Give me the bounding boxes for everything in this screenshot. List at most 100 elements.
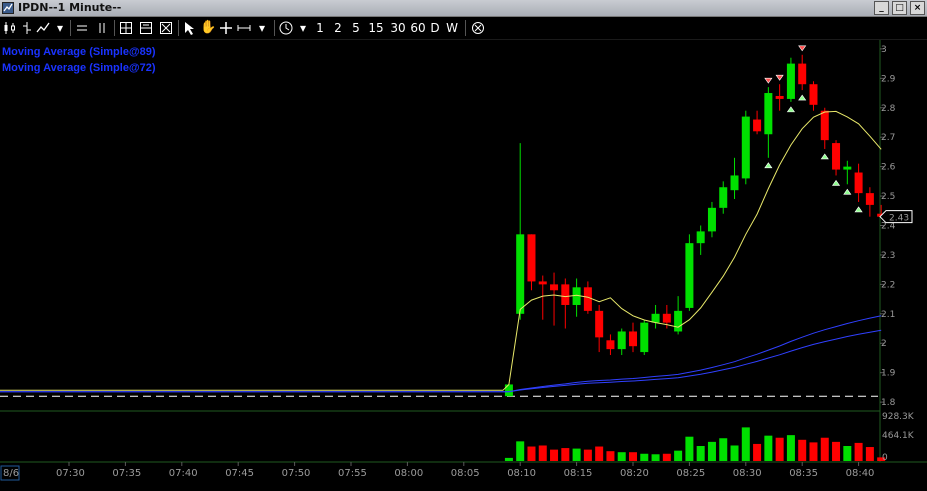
time-axis: 8/6 07:30 07:35 07:40 07:45 07:50 07:55 08:00 08…: [0, 462, 875, 481]
time-tick-label: 08:15: [564, 468, 593, 479]
candle-body: [854, 172, 863, 194]
period-15-button[interactable]: 15: [366, 20, 386, 36]
volume-tick-label: 0: [882, 453, 888, 463]
candle-body: [651, 313, 660, 323]
chart-style-icon[interactable]: [2, 20, 18, 36]
price-axis: 32.92.82.72.62.52.42.32.22.121.91.8: [880, 45, 896, 408]
volume-tick-label: 464.1K: [882, 431, 915, 441]
zoom-box-icon[interactable]: [158, 20, 174, 36]
period-60-button[interactable]: 60: [408, 20, 428, 36]
candle-body: [583, 287, 592, 311]
volume-bar: [527, 446, 536, 461]
period-2-button[interactable]: 2: [332, 20, 344, 36]
volume-bar: [617, 452, 626, 461]
candle-body: [595, 310, 604, 338]
candle-body: [685, 243, 694, 308]
candle-body: [640, 322, 649, 353]
candle-body: [719, 187, 728, 208]
crosshair-icon[interactable]: [218, 20, 234, 36]
volume-bar: [572, 448, 581, 461]
chart-area[interactable]: 3 2.9 2.8 2.7 2.6 2.5 2.4 2.3 2.2 2.1 2 1.9 1.8 928.…: [0, 40, 927, 487]
time-tick-label: 07:40: [169, 468, 198, 479]
hand-pan-icon[interactable]: ✋: [200, 20, 216, 36]
last-price-marker: 2.43: [879, 210, 913, 224]
period-weekly-button[interactable]: W: [444, 20, 460, 36]
volume-bar: [764, 435, 773, 461]
crosshair-grid-icon[interactable]: [118, 20, 134, 36]
chart-window-icon: [2, 2, 14, 14]
candle-body: [527, 234, 536, 282]
ma-89-line: [0, 329, 882, 393]
period-1-button[interactable]: 1: [314, 20, 326, 36]
vertical-lines-icon[interactable]: [94, 20, 110, 36]
buy-signal-icon: [764, 162, 773, 169]
time-tick-label: 08:40: [846, 468, 875, 479]
volume-bar: [707, 441, 716, 461]
volume-bar: [786, 435, 795, 461]
signal-markers: [764, 45, 863, 213]
time-tick-label: 08:30: [733, 468, 762, 479]
price-tick-label: 2.1: [881, 310, 895, 320]
volume-bar: [775, 437, 784, 461]
volume-tick-label: 928.3K: [882, 412, 915, 422]
title-bar[interactable]: IPDN--1 Minute-- _ □ ×: [0, 0, 927, 17]
bar-style-icon[interactable]: [20, 20, 34, 36]
volume-bar: [854, 442, 863, 461]
close-button[interactable]: ×: [910, 1, 925, 15]
time-tick-label: 08:10: [507, 468, 536, 479]
price-tick-label: 2.6: [881, 163, 896, 173]
price-chart[interactable]: 32.92.82.72.62.52.42.32.22.121.91.8 928.…: [0, 40, 927, 487]
candle-body: [865, 193, 874, 205]
buy-signal-icon: [786, 106, 795, 113]
candle-body: [550, 284, 559, 291]
candle-body: [629, 331, 637, 347]
volume-bar: [583, 449, 592, 461]
chart-toolbar: ▾ ✋ ▾ ▾ 1 2 5 15 30 60 D W: [0, 17, 927, 40]
interval-dropdown-icon[interactable]: ▾: [296, 20, 310, 36]
volume-bar: [674, 450, 683, 461]
minimize-button[interactable]: _: [874, 1, 889, 15]
time-tick-label: 07:55: [338, 468, 367, 479]
buy-signal-icon: [854, 206, 863, 213]
ma-72-line: [0, 315, 882, 393]
volume-bar: [843, 446, 852, 461]
period-5-button[interactable]: 5: [350, 20, 362, 36]
volume-bars: [504, 427, 886, 461]
volume-bar: [685, 436, 694, 461]
line-style-icon[interactable]: [36, 20, 50, 36]
time-tick-label: 07:35: [112, 468, 141, 479]
time-tick-label: 08:25: [676, 468, 705, 479]
measure-icon[interactable]: [236, 20, 252, 36]
period-daily-button[interactable]: D: [428, 20, 442, 36]
maximize-button[interactable]: □: [892, 1, 907, 15]
candle-body: [538, 281, 547, 285]
cancel-icon[interactable]: [470, 20, 486, 36]
pointer-arrow-icon[interactable]: [182, 20, 198, 36]
volume-bar: [516, 441, 525, 461]
period-30-button[interactable]: 30: [388, 20, 408, 36]
clock-icon[interactable]: [278, 20, 294, 36]
volume-bar: [538, 445, 547, 461]
price-tick-label: 2.8: [881, 104, 896, 114]
price-tick-label: 2: [881, 339, 887, 349]
candle-body: [764, 93, 773, 135]
tools-dropdown-icon[interactable]: ▾: [254, 20, 270, 36]
legend-ma-89: Moving Average (Simple@89): [2, 46, 156, 58]
candle-body: [741, 116, 750, 179]
volume-bar: [696, 446, 705, 461]
split-pane-icon[interactable]: [138, 20, 154, 36]
time-tick-label: 08:20: [620, 468, 649, 479]
volume-bar: [504, 457, 513, 461]
candle-body: [707, 207, 716, 232]
volume-bar: [595, 446, 604, 461]
volume-bar: [753, 443, 762, 461]
candle-body: [832, 143, 841, 170]
buy-signal-icon: [820, 153, 829, 160]
volume-bar: [550, 449, 559, 461]
volume-bar: [820, 437, 829, 461]
sell-signal-icon: [764, 77, 773, 84]
style-dropdown-icon[interactable]: ▾: [52, 20, 68, 36]
candle-body: [504, 384, 513, 397]
horizontal-lines-icon[interactable]: [74, 20, 90, 36]
buy-signal-icon: [831, 179, 841, 186]
